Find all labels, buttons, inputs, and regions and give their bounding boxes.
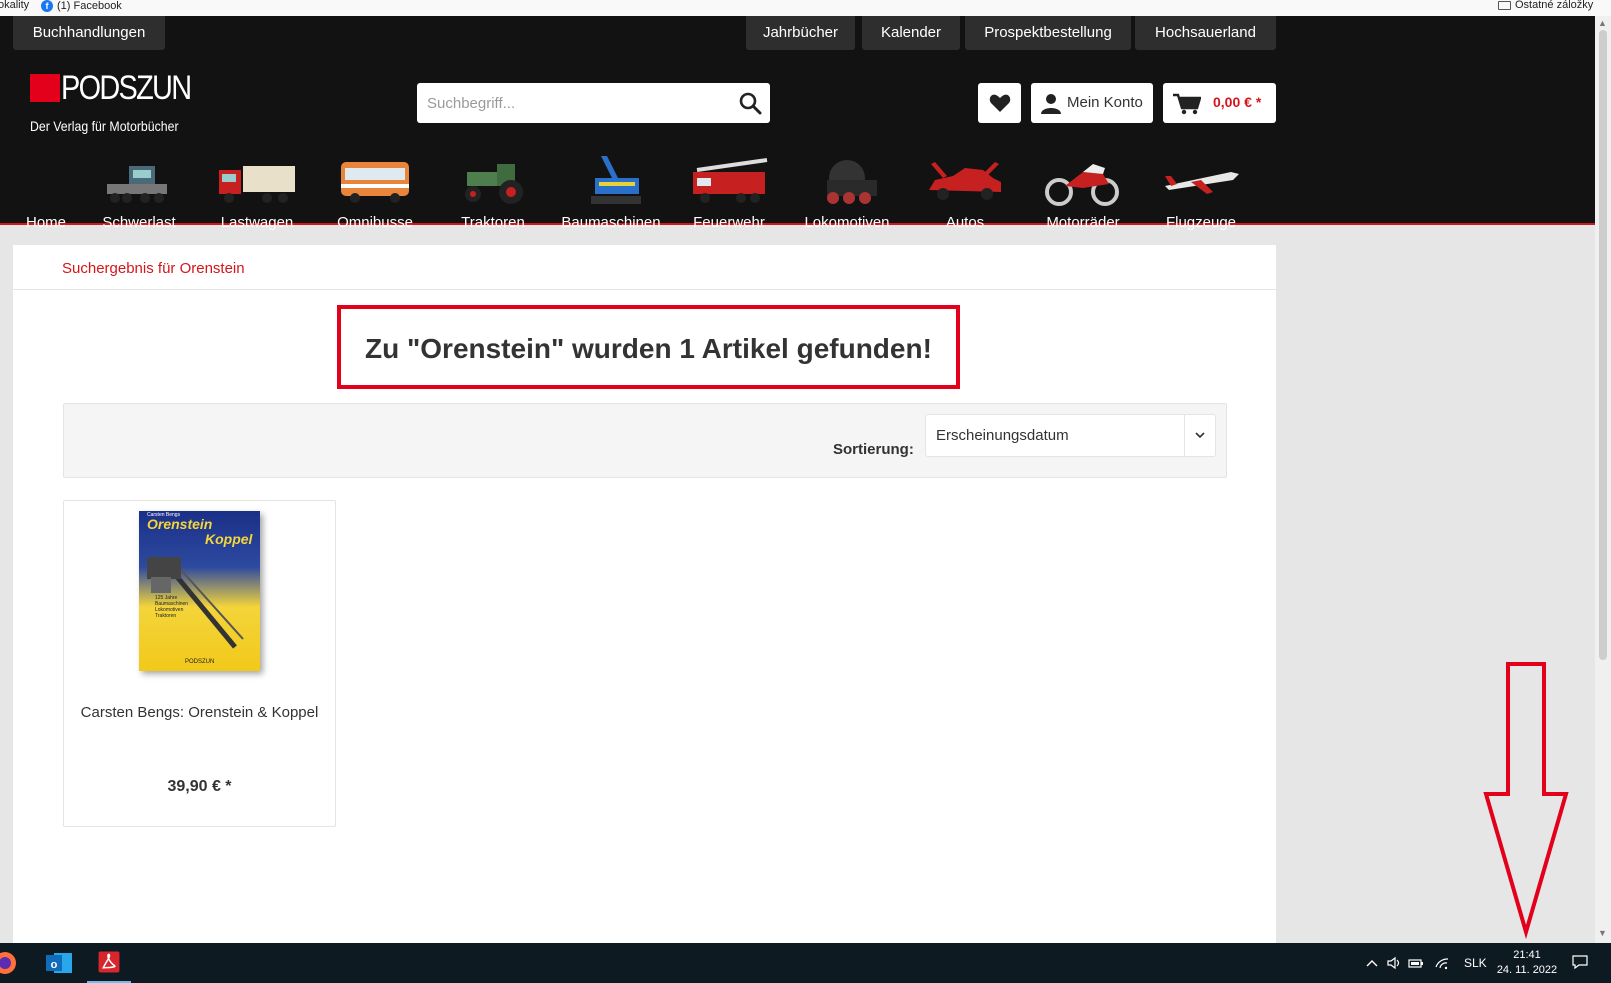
bookmark-other[interactable]: Ostatné záložky bbox=[1498, 0, 1594, 11]
bookmark-other-label: Ostatné záložky bbox=[1515, 0, 1594, 11]
sort-label: Sortierung: bbox=[833, 441, 914, 458]
scroll-up-icon[interactable]: ▲ bbox=[1598, 18, 1607, 28]
locomotive-icon bbox=[827, 160, 877, 204]
site-logo[interactable]: PODSZUN Der Verlag für Motorbücher bbox=[30, 69, 200, 134]
clock-time: 21:41 bbox=[1513, 949, 1541, 961]
search-box bbox=[417, 83, 770, 123]
nav-lokomotiven-label: Lokomotiven bbox=[804, 214, 890, 231]
logo-subtitle: Der Verlag für Motorbücher bbox=[30, 118, 179, 134]
heart-icon bbox=[989, 94, 1011, 112]
bookmarks-bar: okality f (1) Facebook Ostatné záložky bbox=[0, 0, 1611, 16]
annotation-highlight-box: Zu "Orenstein" wurden 1 Artikel gefunden… bbox=[337, 305, 960, 389]
nav-feuerwehr-label: Feuerwehr bbox=[693, 214, 765, 231]
nav-baumaschinen[interactable]: Baumaschinen bbox=[552, 136, 670, 231]
account-button[interactable]: Mein Konto bbox=[1031, 83, 1153, 123]
language-indicator[interactable]: SLK bbox=[1464, 956, 1487, 970]
annotation-arrow-down bbox=[1483, 662, 1569, 940]
topnav-hochsauerland[interactable]: Hochsauerland bbox=[1135, 16, 1276, 50]
car-icon bbox=[929, 162, 1001, 200]
bus-icon bbox=[341, 162, 409, 203]
topnav-jahrbuecher[interactable]: Jahrbücher bbox=[746, 16, 855, 50]
truck-icon bbox=[219, 166, 295, 203]
chevron-up-icon[interactable] bbox=[1364, 955, 1380, 971]
bookmark-facebook[interactable]: f (1) Facebook bbox=[41, 0, 122, 12]
product-title[interactable]: Carsten Bengs: Orenstein & Koppel bbox=[64, 704, 335, 721]
logo-text: PODSZUN bbox=[61, 69, 192, 107]
bookmark-facebook-label: (1) Facebook bbox=[57, 0, 122, 12]
breadcrumb-divider bbox=[13, 289, 1276, 290]
nav-flugzeuge-label: Flugzeuge bbox=[1165, 214, 1237, 231]
cart-button[interactable]: 0,00 € * bbox=[1163, 83, 1276, 123]
firetruck-icon bbox=[693, 158, 768, 203]
page-title: Zu "Orenstein" wurden 1 Artikel gefunden… bbox=[365, 333, 932, 364]
nav-autos[interactable]: Autos bbox=[906, 136, 1024, 231]
nav-motorraeder[interactable]: Motorräder bbox=[1024, 136, 1142, 231]
clock[interactable]: 21:41 24. 11. 2022 bbox=[1492, 948, 1562, 978]
nav-flugzeuge[interactable]: Flugzeuge bbox=[1142, 136, 1260, 231]
battery-icon[interactable] bbox=[1408, 955, 1424, 971]
topnav-prospektbestellung[interactable]: Prospektbestellung bbox=[965, 16, 1131, 50]
nav-lokomotiven[interactable]: Lokomotiven bbox=[788, 136, 906, 231]
notification-icon[interactable] bbox=[1572, 955, 1588, 969]
product-price: 39,90 € * bbox=[167, 778, 232, 795]
site-header: Buchhandlungen Jahrbücher Kalender Prosp… bbox=[0, 16, 1595, 231]
scroll-down-icon[interactable]: ▼ bbox=[1598, 928, 1607, 938]
cart-total: 0,00 € * bbox=[1213, 94, 1262, 110]
nav-feuerwehr[interactable]: Feuerwehr bbox=[670, 136, 788, 231]
user-icon bbox=[1041, 94, 1061, 114]
nav-schwerlast-label: Schwerlast bbox=[102, 214, 176, 231]
product-cover-image[interactable]: Carsten Bengs Orenstein Koppel 125 Jahre… bbox=[139, 511, 260, 671]
sort-bar: Sortierung: Erscheinungsdatum bbox=[63, 403, 1227, 478]
logo-square bbox=[30, 74, 60, 102]
cover-subtitle: 125 Jahre Baumaschinen Lokomotiven Trakt… bbox=[155, 595, 189, 619]
folder-icon bbox=[1498, 0, 1511, 10]
cover-title-1: Orenstein bbox=[147, 516, 213, 532]
search-input[interactable] bbox=[427, 83, 717, 123]
wifi-icon[interactable] bbox=[1434, 955, 1450, 971]
svg-text:o: o bbox=[51, 959, 58, 971]
outlook-icon[interactable]: o bbox=[36, 943, 80, 983]
clock-date: 24. 11. 2022 bbox=[1496, 964, 1558, 976]
sort-select[interactable]: Erscheinungsdatum bbox=[925, 414, 1216, 457]
cover-title-2: Koppel bbox=[205, 531, 253, 547]
nav-omnibusse[interactable]: Omnibusse bbox=[316, 136, 434, 231]
breadcrumb[interactable]: Suchergebnis für Orenstein bbox=[62, 260, 245, 277]
topnav-kalender[interactable]: Kalender bbox=[862, 16, 960, 50]
nav-omnibusse-label: Omnibusse bbox=[337, 214, 413, 231]
bookmark-item[interactable]: okality bbox=[0, 0, 29, 11]
chevron-down-icon bbox=[1195, 432, 1205, 439]
scroll-thumb[interactable] bbox=[1599, 30, 1607, 660]
select-divider bbox=[1184, 415, 1185, 456]
topnav-buchhandlungen[interactable]: Buchhandlungen bbox=[13, 16, 165, 50]
taskbar: o SLK 21:41 24. 11. 2022 bbox=[0, 943, 1611, 983]
wishlist-button[interactable] bbox=[978, 83, 1021, 123]
nav-lastwagen-label: Lastwagen bbox=[220, 214, 294, 231]
nav-traktoren[interactable]: Traktoren bbox=[434, 136, 552, 231]
motorcycle-icon bbox=[1045, 164, 1119, 206]
nav-motorraeder-label: Motorräder bbox=[1046, 214, 1120, 231]
product-card[interactable]: Carsten Bengs Orenstein Koppel 125 Jahre… bbox=[63, 500, 336, 827]
nav-lastwagen[interactable]: Lastwagen bbox=[198, 136, 316, 231]
nav-autos-label: Autos bbox=[945, 214, 985, 231]
cart-icon bbox=[1173, 93, 1201, 115]
excavator-icon bbox=[591, 156, 641, 204]
firefox-icon[interactable] bbox=[0, 943, 23, 983]
facebook-icon: f bbox=[41, 0, 53, 12]
tractor-icon bbox=[465, 164, 523, 204]
airplane-icon bbox=[1165, 172, 1239, 194]
nav-baumaschinen-label: Baumaschinen bbox=[561, 214, 661, 231]
search-icon[interactable] bbox=[738, 91, 762, 115]
heavy-truck-icon bbox=[107, 166, 167, 203]
cover-brand: PODSZUN bbox=[185, 659, 215, 665]
acrobat-icon[interactable] bbox=[87, 943, 131, 983]
account-label: Mein Konto bbox=[1067, 94, 1143, 111]
main-content: Suchergebnis für Orenstein Zu "Orenstein… bbox=[13, 245, 1276, 945]
sort-value: Erscheinungsdatum bbox=[936, 427, 1069, 444]
page-scrollbar[interactable]: ▲ ▼ bbox=[1595, 16, 1611, 943]
volume-icon[interactable] bbox=[1386, 955, 1402, 971]
nav-schwerlast[interactable]: Schwerlast bbox=[80, 136, 198, 231]
nav-traktoren-label: Traktoren bbox=[461, 214, 525, 231]
